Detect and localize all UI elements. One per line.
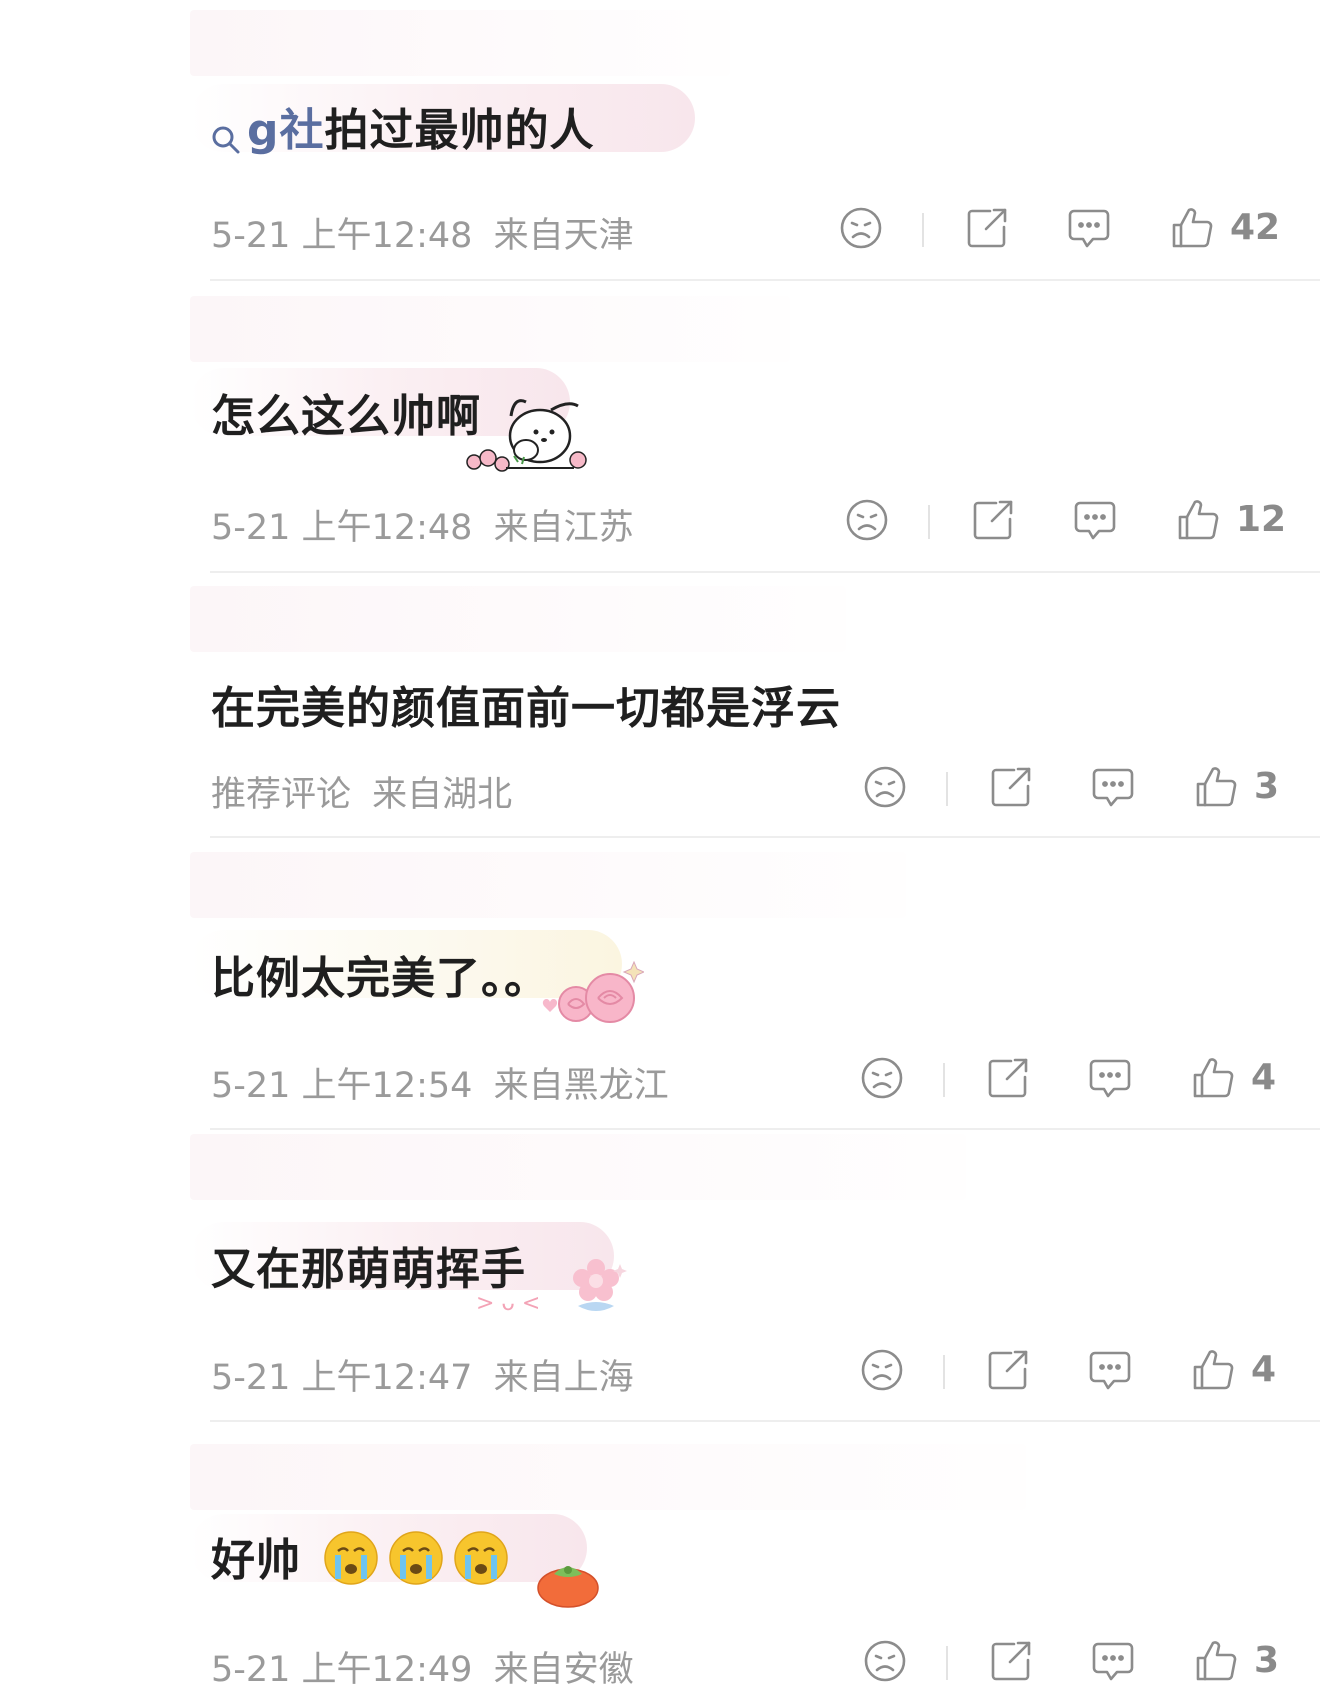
comment-actions: 3 (862, 1638, 1320, 1688)
comment-date: 5-21 上午12:49 (211, 1650, 473, 1690)
comment-divider (210, 1420, 1320, 1422)
comment-date: 5-21 上午12:48 (211, 216, 473, 256)
thumbs-up-icon[interactable] (1190, 1055, 1236, 1101)
share-icon[interactable] (970, 497, 1016, 543)
dislike-face-icon[interactable] (862, 764, 908, 810)
comment-meta: 5-21 上午12:48 来自江苏 (211, 499, 634, 550)
comment-location: 来自湖北 (372, 775, 513, 815)
comment-meta: 推荐评论 来自湖北 (211, 766, 512, 817)
comment-location: 来自天津 (493, 216, 634, 256)
comment-text: g社拍过最帅的人 (211, 94, 595, 158)
comment-meta: 5-21 上午12:54 来自黑龙江 (211, 1057, 669, 1108)
thumbs-up-icon[interactable] (1190, 1347, 1236, 1393)
like-count: 4 (1251, 1057, 1277, 1098)
comment-body: 拍过最帅的人 (324, 105, 595, 156)
comment-divider (210, 279, 1320, 281)
like-count: 3 (1254, 1640, 1280, 1681)
action-separator (946, 772, 948, 806)
action-separator (928, 505, 930, 539)
share-icon[interactable] (988, 764, 1034, 810)
thumbs-up-icon[interactable] (1175, 497, 1221, 543)
puppy-flower-sticker (456, 388, 592, 474)
share-icon[interactable] (985, 1055, 1031, 1101)
persimmon-sticker (536, 1556, 600, 1608)
like-count: 4 (1251, 1349, 1277, 1390)
comment-date: 5-21 上午12:48 (211, 508, 473, 548)
thumbs-up-icon[interactable] (1169, 205, 1215, 251)
comment-date: 5-21 上午12:54 (211, 1066, 473, 1106)
comment-location: 来自江苏 (493, 508, 634, 548)
recommended-label: 推荐评论 (211, 775, 352, 815)
comment-text: 怎么这么帅啊 (211, 391, 481, 442)
crying-emoji (323, 1529, 513, 1598)
comment-background (190, 1444, 1026, 1510)
reply-icon[interactable] (1087, 1055, 1133, 1101)
like-count: 3 (1254, 766, 1280, 807)
svg-text:> ᴗ <: > ᴗ < (476, 1291, 540, 1316)
dislike-face-icon[interactable] (838, 205, 884, 251)
comment-background (190, 296, 790, 362)
dislike-face-icon[interactable] (862, 1638, 908, 1684)
comment-actions: 42 (838, 205, 1320, 255)
rose-sticker (536, 958, 646, 1030)
reply-icon[interactable] (1090, 764, 1136, 810)
thumbs-up-icon[interactable] (1193, 764, 1239, 810)
comment-actions: 3 (862, 764, 1320, 814)
comment-meta: 5-21 上午12:49 来自安徽 (211, 1641, 634, 1692)
comment-actions: 4 (859, 1055, 1320, 1105)
comment-location: 来自上海 (493, 1358, 634, 1398)
reply-icon[interactable] (1066, 205, 1112, 251)
share-icon[interactable] (985, 1347, 1031, 1393)
like-count: 12 (1236, 499, 1287, 540)
reply-icon[interactable] (1072, 497, 1118, 543)
dislike-face-icon[interactable] (844, 497, 890, 543)
comment-background (190, 1134, 966, 1200)
comment-divider (210, 836, 1320, 838)
comment-text: 在完美的颜值面前一切都是浮云 (211, 683, 841, 734)
action-separator (922, 213, 924, 247)
comment-body: 好帅 (211, 1535, 301, 1586)
dislike-face-icon[interactable] (859, 1055, 905, 1101)
search-keyword-link[interactable]: g社 (247, 105, 325, 156)
share-icon[interactable] (988, 1638, 1034, 1684)
thumbs-up-icon[interactable] (1193, 1638, 1239, 1684)
comment-meta: 5-21 上午12:47 来自上海 (211, 1349, 634, 1400)
action-separator (946, 1646, 948, 1680)
comment-divider (210, 571, 1320, 573)
share-icon[interactable] (964, 205, 1010, 251)
comment-location: 来自黑龙江 (493, 1066, 669, 1106)
comment-divider (210, 1128, 1320, 1130)
comment-date: 5-21 上午12:47 (211, 1358, 473, 1398)
action-separator (943, 1063, 945, 1097)
flower-sticker: > ᴗ < (474, 1252, 640, 1316)
comment-background (190, 586, 846, 652)
reply-icon[interactable] (1090, 1638, 1136, 1684)
search-icon[interactable] (211, 115, 241, 154)
dislike-face-icon[interactable] (859, 1347, 905, 1393)
comment-text: 好帅 (211, 1524, 513, 1598)
comment-meta: 5-21 上午12:48 来自天津 (211, 207, 634, 258)
comment-actions: 12 (844, 497, 1320, 547)
comment-actions: 4 (859, 1347, 1320, 1397)
action-separator (943, 1355, 945, 1389)
comment-background (190, 10, 730, 76)
comment-location: 来自安徽 (493, 1650, 634, 1690)
comment-background (190, 852, 906, 918)
reply-icon[interactable] (1087, 1347, 1133, 1393)
comment-text: 比例太完美了。。 (211, 953, 549, 1004)
like-count: 42 (1230, 207, 1281, 248)
